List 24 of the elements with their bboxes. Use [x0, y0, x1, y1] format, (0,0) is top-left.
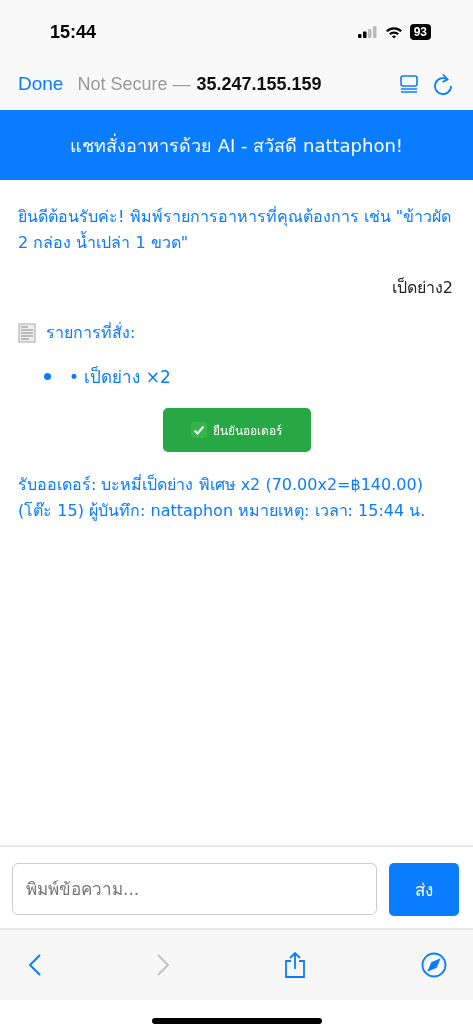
done-button[interactable]: Done — [18, 73, 64, 95]
bullet-icon — [44, 373, 51, 381]
bot-message: ยินดีต้อนรับค่ะ! พิมพ์รายการอาหารที่คุณต้องการ เช่น "ข้าวผัด 2 กล่อง น้ำเปล่า 1 ขวด" — [18, 205, 453, 254]
reload-icon[interactable] — [433, 73, 453, 95]
wifi-icon — [384, 25, 403, 39]
signal-icon — [357, 26, 378, 38]
receipt-icon — [18, 322, 36, 343]
share-icon[interactable] — [283, 951, 308, 979]
order-title: รายการที่สั่ง: — [46, 321, 136, 345]
bot-message: รับออเดอร์: บะหมี่เป็ดย่าง พิเศษ x2 (70.00x2=฿140.00) (โต๊ะ 15) ผู้บันทึก: nattaphon หมายเหตุ: เวลา: 15:44 น. — [18, 473, 427, 523]
compass-icon[interactable] — [420, 952, 447, 978]
user-message: เป็ดย่าง2 — [391, 276, 454, 300]
order-item: • เป็ดย่าง ×2 — [69, 365, 171, 390]
send-button[interactable]: ส่ง — [389, 863, 459, 916]
back-icon[interactable] — [28, 953, 42, 977]
battery-level: 93 — [409, 24, 431, 40]
check-icon — [191, 422, 207, 439]
chat-header: แชทสั่งอาหารด้วย AI - สวัสดี nattaphon! — [0, 110, 473, 180]
reader-icon[interactable] — [399, 74, 419, 94]
confirm-order-button[interactable]: ยืนยันออเดอร์ — [162, 408, 311, 453]
url-host: 35.247.155.159 — [196, 73, 322, 95]
security-label: Not Secure — — [77, 73, 191, 95]
message-input[interactable]: พิมพ์ข้อความ... — [12, 863, 377, 915]
status-time: 15:44 — [50, 21, 97, 43]
